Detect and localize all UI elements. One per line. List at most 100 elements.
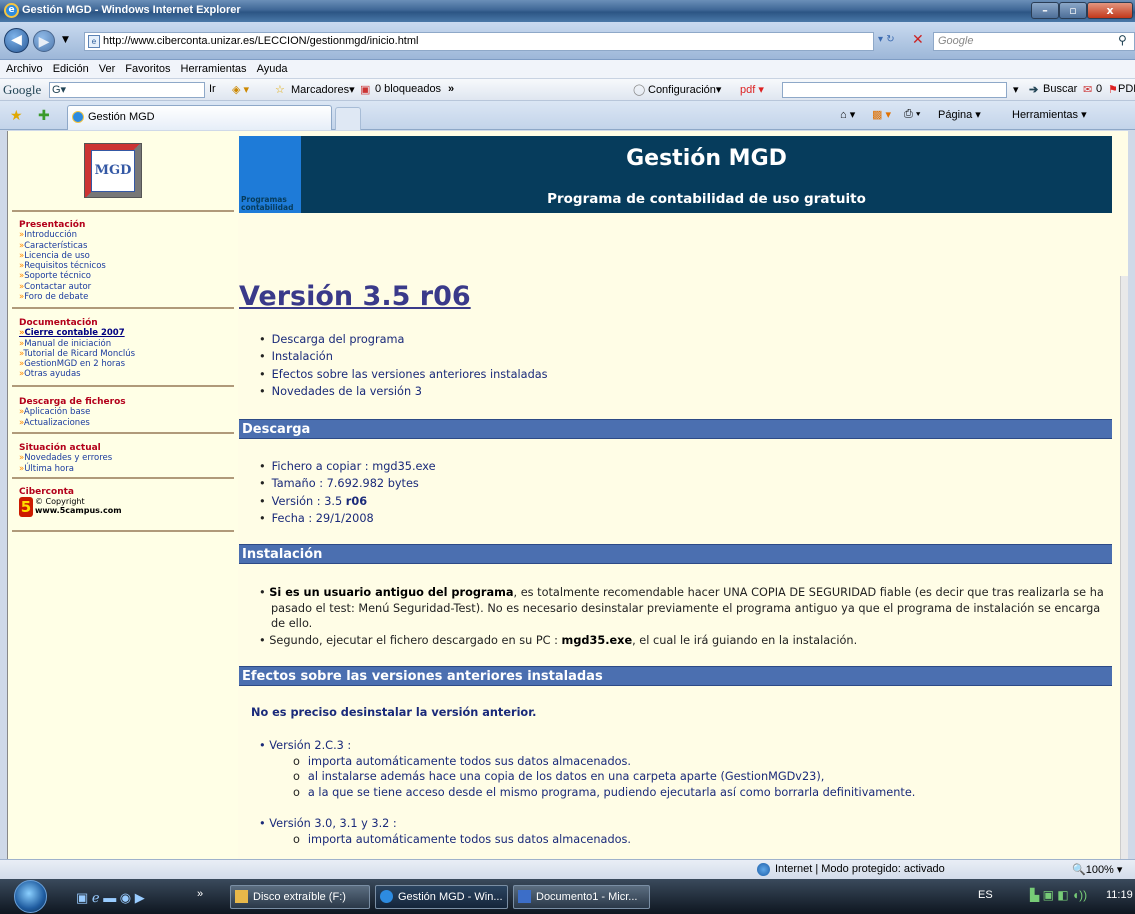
- descarga-list: Fichero a copiar : mgd35.exe Tamaño : 7.…: [259, 458, 436, 527]
- pagina-button[interactable]: Página ▾: [938, 108, 981, 121]
- sidebar-link-novedades[interactable]: »Novedades y errores: [19, 453, 112, 463]
- sidebar-link-introduccion[interactable]: »Introducción: [19, 230, 106, 240]
- tab-label: Gestión MGD: [88, 111, 155, 123]
- efectos-versions: • Versión 2.C.3 : importa automáticament…: [259, 738, 1109, 847]
- toc-link-efectos[interactable]: Efectos sobre las versiones anteriores i…: [259, 366, 548, 383]
- marcadores-button[interactable]: Marcadores▾: [291, 83, 355, 96]
- sidebar-link-otras-ayudas[interactable]: »Otras ayudas: [19, 369, 135, 379]
- sidebar-link-tutorial[interactable]: »Tutorial de Ricard Monclús: [19, 349, 135, 359]
- stop-icon[interactable]: ✕: [912, 32, 930, 50]
- google-search-input[interactable]: G▾: [49, 82, 205, 98]
- sublist-item: importa automáticamente todos sus datos …: [293, 754, 1109, 770]
- ir-button[interactable]: Ir: [209, 83, 216, 95]
- zoom-control[interactable]: 🔍100% ▾: [1072, 863, 1122, 876]
- sidebar-section-documentacion: Documentación »Cierre contable 2007 »Man…: [19, 318, 135, 380]
- sidebar-link-requisitos[interactable]: »Requisitos técnicos: [19, 261, 106, 271]
- status-bar: Internet | Modo protegido: activado 🔍100…: [0, 859, 1135, 879]
- extensions-icon[interactable]: ◈ ▾: [232, 83, 249, 96]
- buscar-button[interactable]: Buscar: [1043, 83, 1077, 95]
- maximize-button[interactable]: ▫: [1059, 2, 1087, 19]
- inst1-bold: Si es un usuario antiguo del programa: [269, 586, 514, 599]
- config-button[interactable]: Configuración▾: [648, 83, 721, 96]
- divider: [12, 385, 234, 387]
- sidebar-section-presentacion: Presentación »Introducción »Característi…: [19, 220, 106, 302]
- menu-archivo[interactable]: Archivo: [6, 63, 43, 75]
- popup-blocker-icon: ▣: [360, 84, 371, 96]
- pdf-button[interactable]: pdf ▾: [740, 83, 764, 96]
- toc-link-descarga[interactable]: Descarga del programa: [259, 331, 548, 348]
- sidebar-link-caracteristicas[interactable]: »Características: [19, 241, 106, 251]
- tab-gestion-mgd[interactable]: Gestión MGD: [67, 105, 332, 130]
- section-bar-descarga: Descarga: [239, 419, 1112, 439]
- file-link[interactable]: mgd35.exe: [372, 460, 435, 473]
- quicklaunch-more[interactable]: »: [197, 888, 203, 900]
- forward-button[interactable]: ▶: [33, 30, 55, 52]
- version-30-32-sublist: importa automáticamente todos sus datos …: [259, 832, 1109, 848]
- zone-text[interactable]: Internet | Modo protegido: activado: [775, 863, 945, 875]
- quicklaunch-icons[interactable]: ▣ ℯ ▬ ◉ ▶: [76, 890, 145, 906]
- google-g-dropdown[interactable]: G▾: [50, 84, 66, 96]
- toc-link-instalacion[interactable]: Instalación: [259, 348, 548, 365]
- feeds-icon[interactable]: ▩ ▾: [872, 108, 891, 121]
- sidebar-link-actualizaciones[interactable]: »Actualizaciones: [19, 418, 126, 428]
- minimize-button[interactable]: –: [1031, 2, 1059, 19]
- pdf-label[interactable]: PDF: [1118, 83, 1135, 95]
- sidebar-link-aplicacion-base[interactable]: »Aplicación base: [19, 407, 126, 417]
- section-bar-efectos: Efectos sobre las versiones anteriores i…: [239, 666, 1112, 686]
- section-heading: Ciberconta: [19, 487, 74, 497]
- address-toolbar: ◀ ▶ ▼ e http://www.ciberconta.unizar.es/…: [0, 22, 1135, 60]
- menu-ayuda[interactable]: Ayuda: [257, 63, 288, 75]
- sidebar-link-licencia[interactable]: »Licencia de uso: [19, 251, 106, 261]
- copyright-block[interactable]: 5 © Copyright www.5campus.com: [19, 497, 122, 517]
- sidebar-link-contactar[interactable]: »Contactar autor: [19, 282, 106, 292]
- version-title[interactable]: Versión 3.5 r06: [239, 281, 471, 312]
- task-documento1[interactable]: Documento1 - Micr...: [513, 885, 650, 909]
- sidebar-link-cierre-contable[interactable]: »Cierre contable 2007: [19, 328, 135, 338]
- menu-edicion[interactable]: Edición: [53, 63, 89, 75]
- toc-list: Descarga del programa Instalación Efecto…: [259, 331, 548, 400]
- url-input[interactable]: e http://www.ciberconta.unizar.es/LECCIO…: [84, 32, 874, 51]
- toolbar-search-input[interactable]: [782, 82, 1007, 98]
- pdf-icon: ⚑: [1108, 84, 1118, 96]
- refresh-icon[interactable]: ▾ ↻: [878, 34, 895, 45]
- close-button[interactable]: x: [1087, 2, 1133, 19]
- menu-herramientas[interactable]: Herramientas: [181, 63, 247, 75]
- toolbar-dropdown-icon[interactable]: ▾: [1013, 83, 1019, 96]
- sidebar-link-soporte[interactable]: »Soporte técnico: [19, 271, 106, 281]
- history-dropdown-icon[interactable]: ▼: [62, 35, 69, 45]
- sidebar-link-foro[interactable]: »Foro de debate: [19, 292, 106, 302]
- toc-link-novedades[interactable]: Novedades de la versión 3: [259, 383, 548, 400]
- favorites-star-icon[interactable]: ★: [10, 107, 23, 124]
- version-2c3-sublist: importa automáticamente todos sus datos …: [259, 754, 1109, 801]
- sidebar-section-descarga: Descarga de ficheros »Aplicación base »A…: [19, 397, 126, 428]
- google-toolbar: Google G▾ Ir ◈ ▾ ☆ Marcadores▾ ▣ 0 bloqu…: [0, 79, 1135, 101]
- language-indicator[interactable]: ES: [978, 889, 993, 901]
- sidebar-section-situacion: Situación actual »Novedades y errores »Ú…: [19, 443, 112, 474]
- sidebar-link-2-horas[interactable]: »GestionMGD en 2 horas: [19, 359, 135, 369]
- print-icon[interactable]: ⎙ ▾: [904, 108, 920, 121]
- bloqueados-button[interactable]: 0 bloqueados: [375, 83, 441, 95]
- tray-icons[interactable]: ▙ ▣ ◧ ◖)): [1030, 888, 1087, 902]
- new-tab-button[interactable]: [335, 107, 361, 130]
- search-input[interactable]: Google: [933, 32, 1135, 51]
- marcadores-star-icon: ☆: [275, 84, 285, 96]
- mail-count[interactable]: 0: [1096, 83, 1102, 95]
- menu-favoritos[interactable]: Favoritos: [125, 63, 170, 75]
- divider: [12, 530, 234, 532]
- home-icon[interactable]: ⌂ ▾: [840, 108, 855, 121]
- back-button[interactable]: ◀: [4, 28, 29, 53]
- task-disco-extraible[interactable]: Disco extraíble (F:): [230, 885, 370, 909]
- sidebar-link-ultima-hora[interactable]: »Última hora: [19, 464, 112, 474]
- sidebar-link-manual[interactable]: »Manual de iniciación: [19, 339, 135, 349]
- mgd-logo[interactable]: MGD: [84, 143, 142, 198]
- clock[interactable]: 11:19: [1106, 889, 1133, 901]
- url-text: http://www.ciberconta.unizar.es/LECCION/…: [103, 35, 419, 47]
- search-icon[interactable]: ⚲: [1118, 33, 1127, 47]
- vertical-scrollbar[interactable]: [1120, 276, 1128, 859]
- herramientas-button[interactable]: Herramientas ▾: [1012, 108, 1087, 121]
- task-gestion-mgd[interactable]: Gestión MGD - Win...: [375, 885, 508, 909]
- start-button[interactable]: [14, 880, 47, 913]
- add-favorite-icon[interactable]: ✚: [38, 107, 50, 124]
- menu-ver[interactable]: Ver: [99, 63, 116, 75]
- toolbar-more-button[interactable]: »: [448, 83, 454, 95]
